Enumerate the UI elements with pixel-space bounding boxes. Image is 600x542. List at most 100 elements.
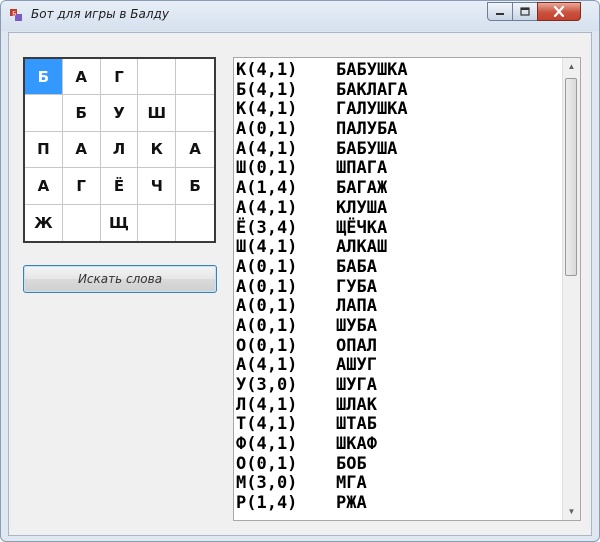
board-cell[interactable]: А (62, 131, 101, 169)
list-item-word: ЛАПА (336, 296, 377, 317)
list-item-position: К(4,1) (236, 99, 298, 120)
list-item-position: К(4,1) (236, 60, 298, 80)
list-item-word: БАГАЖ (336, 178, 388, 199)
list-item[interactable]: А(0,1) ГУБА (236, 277, 408, 298)
list-item[interactable]: Ш(0,1) ШПАГА (236, 159, 408, 179)
list-item[interactable]: Л(4,1) ШЛАК (236, 394, 408, 416)
board-cell[interactable]: К (138, 131, 177, 169)
svg-text:Б: Б (12, 11, 16, 18)
board-cell[interactable] (25, 95, 63, 132)
board-cell[interactable] (176, 59, 214, 96)
results-list[interactable]: К(4,1) БАБУШКА Б(4,1) БАКЛАГА К(4,1) ГАЛУШКА А… (233, 57, 581, 521)
list-item-position: Л(4,1) (236, 394, 298, 415)
list-item-word: ОПАЛ (336, 335, 377, 356)
list-item[interactable]: Т(4,1) ШТАБ (236, 415, 408, 435)
window-title: Бот для игры в Балду (31, 7, 169, 21)
board-cell[interactable]: Ё (100, 168, 139, 205)
board-cell[interactable]: А (176, 132, 214, 169)
list-item[interactable]: Ш(4,1) АЛКАШ (236, 237, 408, 258)
board-cell[interactable] (138, 204, 177, 241)
list-item[interactable]: А(0,1) ШУБА (236, 315, 408, 337)
list-item[interactable]: Ф(4,1) ШКАФ (236, 434, 408, 455)
app-icon: Б (10, 9, 22, 21)
list-item[interactable]: К(4,1) ГАЛУШКА (236, 100, 408, 120)
list-item-position: Б(4,1) (236, 79, 298, 100)
list-item-word: КЛУША (336, 197, 388, 218)
list-item[interactable]: М(3,0) МГА (236, 474, 408, 494)
list-item[interactable]: Б(4,1) БАКЛАГА (236, 79, 408, 101)
board-cell[interactable]: Г (100, 59, 139, 96)
board-cell[interactable]: Г (62, 168, 101, 205)
maximize-icon (520, 7, 530, 16)
board-cell[interactable]: Б (176, 168, 214, 205)
list-item-word: ШТАБ (336, 414, 377, 435)
results-scrollbar[interactable]: ▲ ▼ (562, 58, 580, 520)
board-cell[interactable]: У (100, 95, 139, 132)
client-area: БАГБУШПАЛКААГЁЧБЖЩ Искать слова К(4,1) БА… (8, 32, 592, 536)
list-item-position: А(0,1) (236, 256, 298, 277)
list-item-word: БАКЛАГА (336, 79, 408, 100)
list-item-word: ГАЛУШКА (336, 99, 408, 120)
list-item-position: А(4,1) (236, 355, 298, 376)
minimize-icon (496, 12, 504, 15)
board-cell[interactable]: Л (100, 131, 139, 169)
list-item[interactable]: У(3,0) ШУГА (236, 375, 408, 396)
board-cell[interactable] (63, 204, 101, 241)
list-item[interactable]: А(4,1) БАБУША (236, 138, 408, 160)
list-item-word: ШПАГА (336, 158, 388, 179)
app-window: Б Бот для игры в Балду БАГБУШПАЛКААГЁЧБЖ… (0, 0, 600, 542)
board-cell[interactable]: П (25, 131, 63, 169)
list-item-position: А(0,1) (236, 315, 298, 336)
list-item[interactable]: Р(1,4) РЖА (236, 493, 408, 514)
list-item[interactable]: О(0,1) ОПАЛ (236, 335, 408, 357)
board-cell[interactable]: Ж (25, 204, 63, 241)
letter-board: БАГБУШПАЛКААГЁЧБЖЩ (23, 57, 216, 243)
list-item-word: БАБУША (336, 138, 398, 159)
list-item-position: Ф(4,1) (236, 434, 298, 455)
scroll-down-icon[interactable]: ▼ (563, 503, 580, 520)
scroll-up-icon[interactable]: ▲ (563, 58, 580, 75)
board-cell[interactable]: А (62, 59, 101, 96)
list-item-word: МГА (336, 473, 367, 494)
list-item-position: А(1,4) (236, 178, 298, 199)
list-item-word: ШЛАК (336, 394, 377, 415)
list-item-word: ПАЛУБА (336, 119, 398, 140)
board-cell[interactable]: Ч (138, 168, 177, 205)
list-item-position: А(0,1) (236, 119, 298, 140)
list-item-word: АЛКАШ (336, 237, 388, 258)
list-item[interactable]: К(4,1) БАБУШКА (236, 60, 408, 81)
list-item[interactable]: А(1,4) БАГАЖ (236, 178, 408, 199)
list-item-position: У(3,0) (236, 375, 298, 395)
list-item[interactable]: А(0,1) ПАЛУБА (236, 119, 408, 140)
title-bar[interactable]: Б Бот для игры в Балду (1, 1, 599, 31)
list-item[interactable]: Ё(3,4) ЩЁЧКА (236, 217, 408, 239)
list-item[interactable]: А(0,1) ЛАПА (236, 296, 408, 317)
list-item-word: ШУГА (336, 375, 377, 395)
board-cell[interactable]: Щ (101, 204, 139, 241)
board-cell[interactable]: А (25, 168, 63, 205)
list-item[interactable]: О(0,1) БОБ (236, 453, 408, 475)
minimize-button[interactable] (487, 2, 513, 21)
list-item-word: БОБ (336, 453, 367, 474)
list-item-position: О(0,1) (236, 453, 298, 474)
list-item-position: М(3,0) (236, 473, 298, 494)
list-item-position: Ш(0,1) (236, 158, 298, 179)
close-button[interactable] (537, 2, 581, 21)
search-words-button[interactable]: Искать слова (23, 265, 217, 293)
board-cell[interactable] (176, 95, 214, 132)
list-item-word: БАБУШКА (336, 60, 408, 80)
list-item-word: АШУГ (336, 355, 377, 376)
board-cell[interactable] (138, 59, 177, 96)
maximize-button[interactable] (512, 2, 538, 21)
list-item-position: Ш(4,1) (236, 237, 298, 258)
board-cell[interactable]: Б (25, 59, 63, 96)
board-cell[interactable]: Ш (138, 95, 177, 132)
list-item[interactable]: А(4,1) КЛУША (236, 197, 408, 219)
board-cell[interactable] (176, 205, 214, 241)
scroll-thumb[interactable] (565, 78, 577, 276)
list-item[interactable]: А(4,1) АШУГ (236, 355, 408, 376)
board-cell[interactable]: Б (62, 95, 101, 132)
list-item-position: А(0,1) (236, 296, 298, 317)
list-item-word: ЩЁЧКА (336, 217, 388, 238)
list-item[interactable]: А(0,1) БАБА (236, 256, 408, 278)
